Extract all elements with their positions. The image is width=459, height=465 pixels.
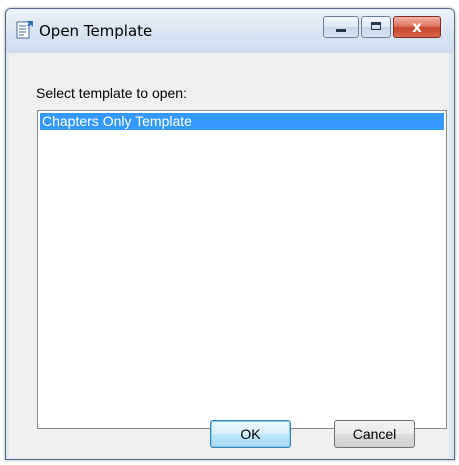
template-list[interactable]: Chapters Only Template — [37, 110, 447, 429]
close-button[interactable]: x — [393, 16, 441, 38]
minimize-icon — [336, 29, 346, 32]
title-bar[interactable]: Open Template x — [6, 9, 454, 53]
open-template-dialog: Open Template x Select template to open:… — [5, 8, 455, 460]
maximize-button[interactable] — [361, 16, 391, 38]
minimize-button[interactable] — [323, 16, 359, 38]
cancel-button[interactable]: Cancel — [334, 420, 415, 448]
dialog-body: Select template to open: Chapters Only T… — [9, 53, 449, 458]
ok-button[interactable]: OK — [210, 420, 291, 448]
list-item-chapters-only-template[interactable]: Chapters Only Template — [40, 113, 444, 130]
window-title: Open Template — [39, 22, 153, 40]
template-document-icon — [15, 20, 35, 40]
select-template-prompt: Select template to open: — [36, 85, 187, 101]
maximize-icon — [371, 22, 381, 30]
close-icon: x — [412, 18, 422, 36]
